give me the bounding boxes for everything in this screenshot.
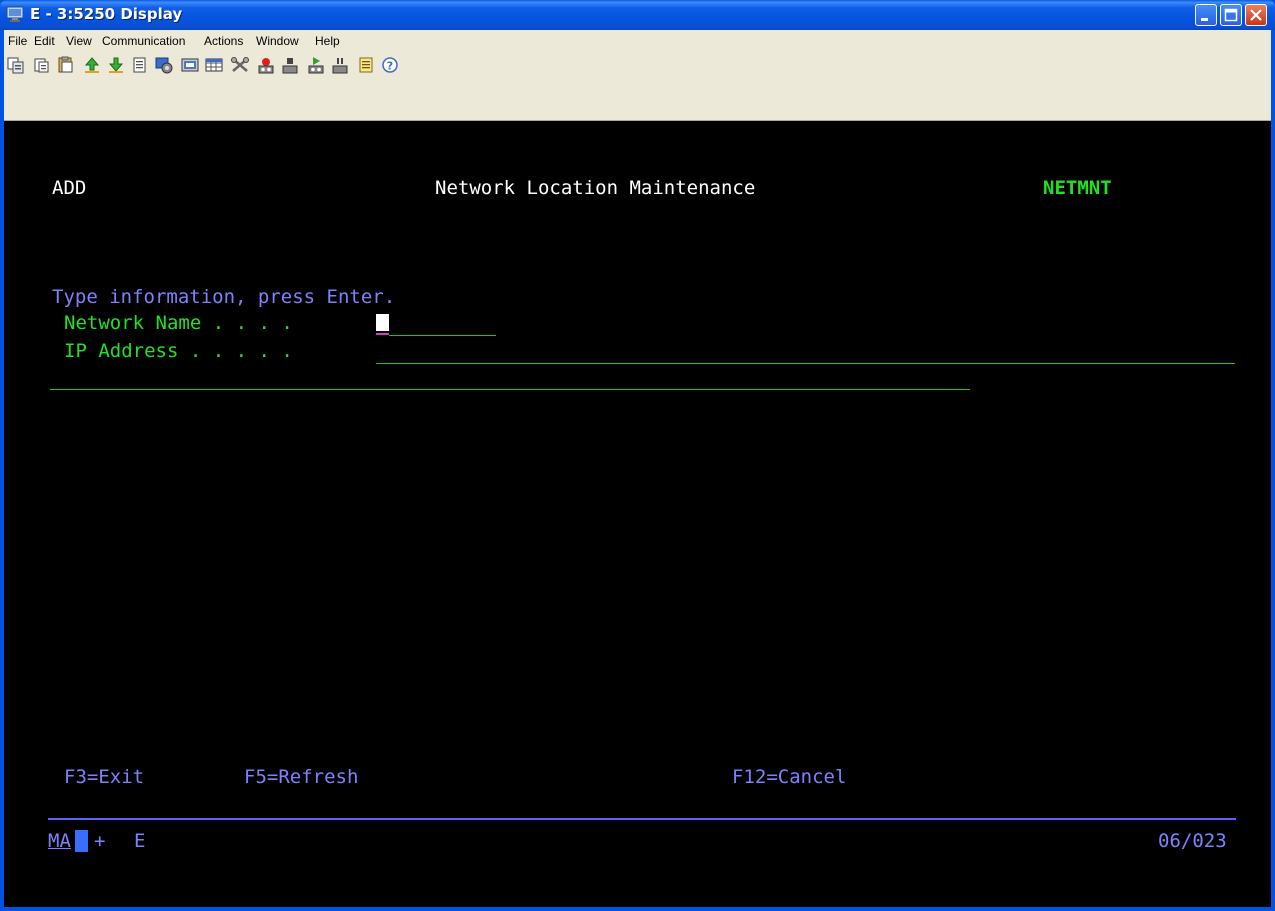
menu-file[interactable]: File — [8, 34, 27, 48]
oia-plus: + — [94, 830, 106, 852]
help-icon[interactable]: ? — [380, 56, 400, 74]
menu-view[interactable]: View — [66, 34, 92, 48]
emulator-window: E - 3:5250 Display File Edit View Commun… — [0, 0, 1275, 911]
menu-help[interactable]: Help — [315, 34, 340, 48]
keypad-icon[interactable] — [180, 56, 200, 74]
print-icon[interactable] — [130, 56, 150, 74]
paste-special-icon[interactable] — [56, 56, 76, 74]
ip-address-underline-row1 — [376, 363, 1235, 364]
svg-text:?: ? — [387, 60, 393, 73]
macro-icon[interactable] — [154, 56, 174, 74]
program-name: NETMNT — [1043, 177, 1112, 199]
grid-icon[interactable] — [204, 56, 224, 74]
screen-title: Network Location Maintenance — [435, 177, 756, 199]
receive-file-icon[interactable] — [106, 56, 126, 74]
customize-icon[interactable] — [230, 56, 250, 74]
network-name-underline — [389, 335, 496, 336]
send-file-icon[interactable] — [82, 56, 102, 74]
mode-label: ADD — [52, 177, 87, 199]
menu-edit[interactable]: Edit — [34, 34, 55, 48]
f12-cancel-key[interactable]: F12=Cancel — [732, 766, 846, 788]
instruction-text: Type information, press Enter. — [52, 286, 396, 308]
cursor-position: 06/023 — [1158, 830, 1227, 852]
window-bottom-border — [0, 907, 1275, 911]
paste-icon[interactable] — [32, 56, 52, 74]
close-button[interactable] — [1245, 4, 1267, 26]
network-name-field[interactable] — [376, 312, 496, 336]
pause-macro-icon[interactable] — [330, 56, 350, 74]
minimize-button[interactable] — [1195, 4, 1217, 26]
text-cursor — [376, 314, 389, 331]
title-bar[interactable]: E - 3:5250 Display — [0, 0, 1275, 30]
stop-macro-icon[interactable] — [280, 56, 300, 74]
ip-address-field[interactable] — [376, 340, 1235, 364]
maximize-button[interactable] — [1220, 4, 1242, 26]
monitor-icon — [6, 6, 24, 22]
toolbar: ? — [4, 52, 1271, 121]
f5-refresh-key[interactable]: F5=Refresh — [244, 766, 358, 788]
menu-bar: File Edit View Communication Actions Win… — [4, 30, 1271, 52]
window-title: E - 3:5250 Display — [30, 5, 183, 23]
menu-actions[interactable]: Actions — [204, 34, 243, 48]
menu-window[interactable]: Window — [256, 34, 299, 48]
notes-icon[interactable] — [356, 56, 376, 74]
network-name-label: Network Name . . . . — [64, 312, 293, 334]
ip-address-underline-row2[interactable] — [50, 389, 970, 390]
oia-separator — [48, 818, 1236, 820]
oia-cursor-block — [75, 830, 88, 852]
oia-session: E — [134, 830, 146, 852]
menu-communication[interactable]: Communication — [102, 34, 185, 48]
ip-address-label: IP Address . . . . . — [64, 340, 293, 362]
record-macro-icon[interactable] — [256, 56, 276, 74]
play-macro-icon[interactable] — [306, 56, 326, 74]
terminal-screen[interactable]: ADD Network Location Maintenance NETMNT … — [4, 121, 1271, 907]
f3-exit-key[interactable]: F3=Exit — [64, 766, 144, 788]
oia-indicator: MA — [48, 830, 71, 852]
copy-screen-icon[interactable] — [6, 56, 26, 74]
cursor-underline — [376, 333, 389, 335]
